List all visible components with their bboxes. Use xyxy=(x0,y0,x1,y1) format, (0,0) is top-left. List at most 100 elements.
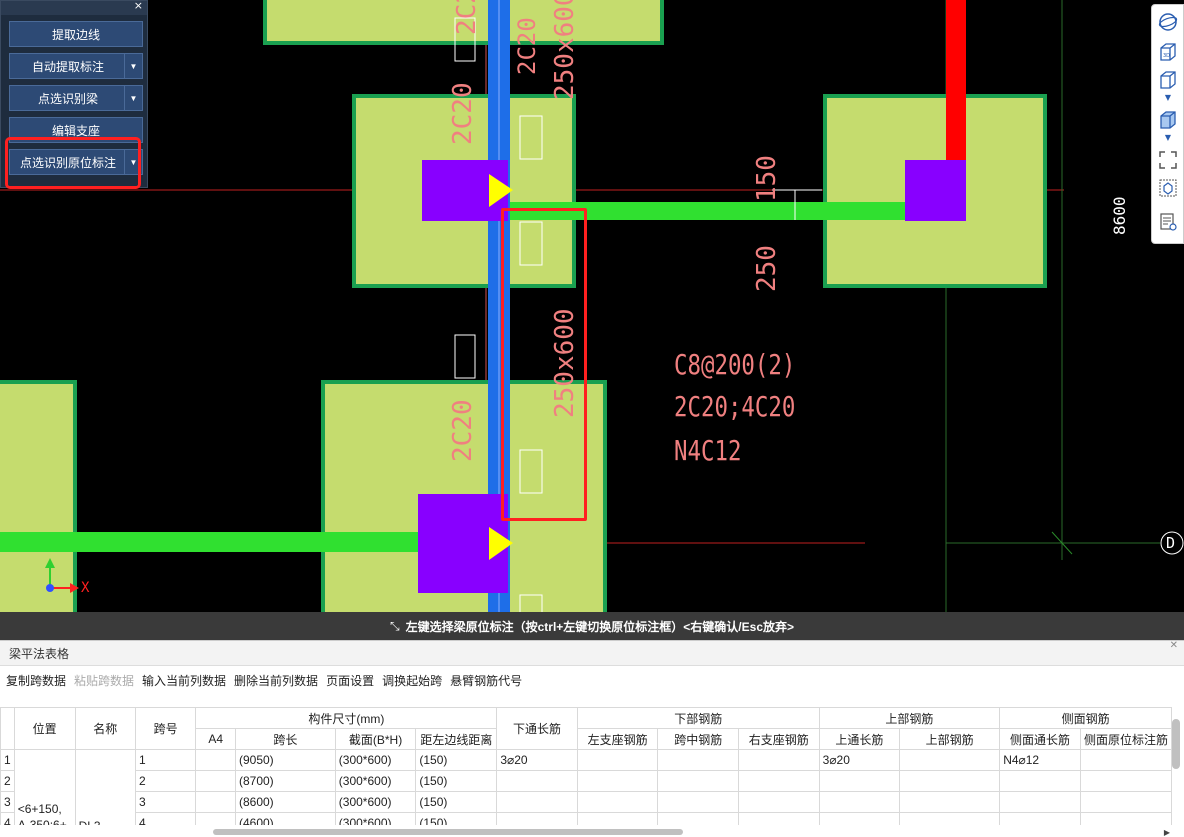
cell-upper-bars[interactable] xyxy=(899,770,1001,792)
cell-a4[interactable] xyxy=(195,812,236,825)
table-row[interactable]: 2 2 (8700) (300*600) (150) xyxy=(0,770,1172,792)
row-number: 3 xyxy=(0,791,15,813)
cell-span-length[interactable]: (8600) xyxy=(234,791,336,813)
input-column-data-button[interactable]: 输入当前列数据 xyxy=(142,672,226,689)
cell-span-length[interactable]: (8700) xyxy=(234,770,336,792)
cell-section[interactable]: (300*600) xyxy=(334,749,417,771)
cell-upper-through[interactable]: 3⌀20 xyxy=(818,749,901,771)
button-highlight xyxy=(5,137,141,189)
cell-position[interactable]: <6+150, A-350;6+ xyxy=(13,749,76,825)
fit-view-icon[interactable] xyxy=(1157,149,1179,171)
cell-bottom-through[interactable] xyxy=(496,812,578,825)
cell-offset[interactable]: (150) xyxy=(415,770,498,792)
cell-right-support[interactable] xyxy=(737,770,820,792)
3d-view-icon[interactable]: 3D xyxy=(1157,41,1179,63)
chevron-down-icon[interactable]: ▼ xyxy=(124,86,142,110)
extract-edges-button[interactable]: 提取边线 xyxy=(9,21,143,47)
close-icon[interactable]: ✕ xyxy=(1170,633,1178,659)
cell-section[interactable]: (300*600) xyxy=(334,770,417,792)
cell-bottom-through[interactable] xyxy=(496,770,578,792)
orbit-icon[interactable] xyxy=(1157,11,1179,33)
cell-span[interactable]: 1 xyxy=(134,749,197,771)
cube-outline-icon[interactable] xyxy=(1157,69,1179,91)
chevron-down-icon[interactable]: ▼ xyxy=(124,54,142,78)
cell-upper-bars[interactable] xyxy=(899,812,1001,825)
cell-upper-through[interactable] xyxy=(818,770,901,792)
cell-side-through[interactable] xyxy=(999,812,1081,825)
cell-bottom-through[interactable] xyxy=(496,791,578,813)
cell-side-inplace[interactable] xyxy=(1079,749,1172,771)
header-side-through: 侧面通长筋 xyxy=(999,728,1081,750)
cell-offset[interactable]: (150) xyxy=(415,812,498,825)
cell-left-support[interactable] xyxy=(576,812,659,825)
cell-side-inplace[interactable] xyxy=(1079,770,1172,792)
cell-side-through[interactable]: N4⌀12 xyxy=(999,749,1081,771)
swap-start-span-button[interactable]: 调换起始跨 xyxy=(382,672,442,689)
cell-upper-through[interactable] xyxy=(818,791,901,813)
close-icon[interactable]: × xyxy=(134,0,143,12)
panel-header: × xyxy=(1,0,147,15)
axis-label-d: D xyxy=(1166,534,1176,552)
cell-section[interactable]: (300*600) xyxy=(334,812,417,825)
cell-name[interactable]: DL3 xyxy=(74,749,136,825)
copy-span-data-button[interactable]: 复制跨数据 xyxy=(6,672,66,689)
cell-a4[interactable] xyxy=(195,770,236,792)
cell-side-inplace[interactable] xyxy=(1079,812,1172,825)
cell-span[interactable]: 2 xyxy=(134,770,197,792)
cell-right-support[interactable] xyxy=(737,791,820,813)
cell-upper-bars[interactable] xyxy=(899,791,1001,813)
chevron-down-icon[interactable]: ▼ xyxy=(1157,91,1179,103)
properties-icon[interactable] xyxy=(1157,211,1179,233)
cell-section[interactable]: (300*600) xyxy=(334,791,417,813)
table-row[interactable]: 1 <6+150, A-350;6+ DL3 1 (9050) (300*600… xyxy=(0,749,1172,825)
delete-column-data-button[interactable]: 删除当前列数据 xyxy=(234,672,318,689)
cell-span-length[interactable]: (4600) xyxy=(234,812,336,825)
cad-label-stirrup: C8@200(2) xyxy=(674,348,796,381)
cell-left-support[interactable] xyxy=(576,791,659,813)
pointer-icon: ⤡ xyxy=(390,618,400,633)
beam-table[interactable]: 位置 名称 跨号 构件尺寸(mm) 下通长筋 下部钢筋 上部钢筋 侧面钢筋 A4… xyxy=(0,707,1172,825)
chevron-down-icon[interactable]: ▼ xyxy=(1157,131,1179,143)
pick-identify-beam-button[interactable]: 点选识别梁 ▼ xyxy=(9,85,143,111)
cell-right-support[interactable] xyxy=(737,812,820,825)
cell-right-support[interactable] xyxy=(737,749,820,771)
cell-bottom-through[interactable]: 3⌀20 xyxy=(496,749,578,771)
cell-mid-span[interactable] xyxy=(657,812,739,825)
cell-mid-span[interactable] xyxy=(657,749,739,771)
cube-solid-icon[interactable] xyxy=(1157,109,1179,131)
scroll-right-icon[interactable]: ▶ xyxy=(1164,828,1170,837)
table-row[interactable]: 4 4 (4600) (300*600) (150) xyxy=(0,812,1172,825)
cantilever-rebar-code-button[interactable]: 悬臂钢筋代号 xyxy=(450,672,522,689)
cell-offset[interactable]: (150) xyxy=(415,749,498,771)
auto-extract-labels-button[interactable]: 自动提取标注 ▼ xyxy=(9,53,143,79)
cell-side-through[interactable] xyxy=(999,770,1081,792)
paste-span-data-button[interactable]: 粘贴跨数据 xyxy=(74,672,134,689)
header-bottom-through: 下通长筋 xyxy=(496,707,578,750)
table-row[interactable]: 3 3 (8600) (300*600) (150) xyxy=(0,791,1172,813)
drawing[interactable] xyxy=(0,0,1184,612)
auto-extract-labels-label: 自动提取标注 xyxy=(31,59,104,74)
cad-canvas[interactable]: 2C20 250x600 2C20 2C20 250x600 2C20 150 … xyxy=(0,0,1184,612)
cell-a4[interactable] xyxy=(195,749,236,771)
column-bottom-left xyxy=(0,380,77,612)
cell-a4[interactable] xyxy=(195,791,236,813)
cell-span-length[interactable]: (9050) xyxy=(234,749,336,771)
cell-side-through[interactable] xyxy=(999,791,1081,813)
horizontal-scrollbar[interactable] xyxy=(213,829,683,835)
cell-offset[interactable]: (150) xyxy=(415,791,498,813)
cell-mid-span[interactable] xyxy=(657,791,739,813)
cell-left-support[interactable] xyxy=(576,749,659,771)
box-select-icon[interactable] xyxy=(1157,177,1179,199)
cell-upper-bars[interactable] xyxy=(899,749,1001,771)
cell-span[interactable]: 4 xyxy=(134,812,197,825)
cell-upper-through[interactable] xyxy=(818,812,901,825)
page-setup-button[interactable]: 页面设置 xyxy=(326,672,374,689)
origin-dot xyxy=(46,584,54,592)
cell-mid-span[interactable] xyxy=(657,770,739,792)
selection-highlight xyxy=(501,208,587,521)
cell-left-support[interactable] xyxy=(576,770,659,792)
cell-side-inplace[interactable] xyxy=(1079,791,1172,813)
extract-edges-label: 提取边线 xyxy=(51,27,100,42)
cell-span[interactable]: 3 xyxy=(134,791,197,813)
vertical-scrollbar[interactable] xyxy=(1172,719,1180,769)
